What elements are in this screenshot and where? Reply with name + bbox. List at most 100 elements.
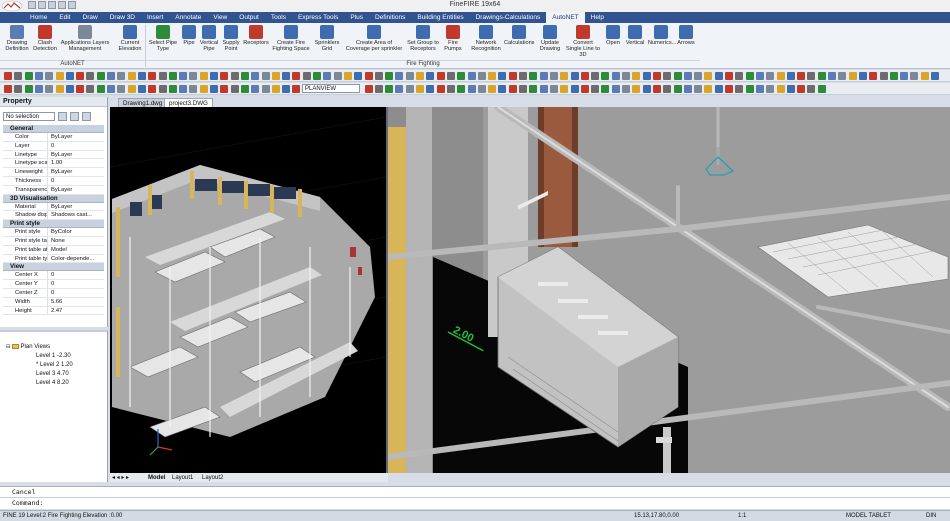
tb1-tool-icon[interactable]: [148, 72, 157, 80]
tb2-tool-icon[interactable]: [189, 85, 198, 93]
tb1-tool-icon[interactable]: [251, 72, 260, 80]
vertical-button[interactable]: Vertical: [624, 25, 646, 46]
vertical-pipe-button[interactable]: Vertical Pipe: [199, 25, 219, 52]
tb1-tool-icon[interactable]: [622, 72, 630, 80]
open-button[interactable]: Open: [604, 25, 622, 46]
tb2-tool-icon[interactable]: [426, 85, 435, 93]
menu-tab-plus[interactable]: Plus: [344, 12, 369, 23]
tb2-tool-icon[interactable]: [385, 85, 394, 93]
property-value[interactable]: 0: [47, 176, 104, 185]
property-value[interactable]: ByLayer: [47, 150, 104, 159]
tb1-tool-icon[interactable]: [210, 72, 218, 80]
property-value[interactable]: ByColor: [47, 228, 104, 236]
property-value[interactable]: 1.00: [47, 159, 104, 168]
menu-tab-drawings-calculations[interactable]: Drawings-Calculations: [470, 12, 547, 23]
tb1-tool-icon[interactable]: [302, 72, 311, 80]
tb2-tool-icon[interactable]: [45, 85, 54, 93]
property-row[interactable]: Height 2.47: [3, 306, 104, 316]
tree-level-item[interactable]: Level 3 4.70: [36, 371, 69, 377]
tb2-tool-icon[interactable]: [560, 85, 569, 93]
tb1-tool-icon[interactable]: [34, 72, 43, 80]
property-row[interactable]: Linetype scale1.00: [3, 159, 104, 169]
property-row[interactable]: Print style tableNone: [3, 236, 104, 246]
property-row[interactable]: Width 5.66: [3, 297, 104, 307]
property-row[interactable]: Shadow displayShadows cast...: [3, 211, 104, 221]
tb1-tool-icon[interactable]: [683, 72, 692, 80]
property-value[interactable]: Model: [47, 245, 104, 254]
tb1-tool-icon[interactable]: [508, 72, 517, 80]
tb1-tool-icon[interactable]: [900, 72, 909, 80]
tb1-tool-icon[interactable]: [786, 72, 795, 80]
tb2-tool-icon[interactable]: [76, 85, 85, 93]
selection-dropdown[interactable]: No selection: [3, 111, 55, 121]
applications-layers-button[interactable]: Applications Layers Management: [58, 25, 112, 52]
menu-tab-tools[interactable]: Tools: [265, 12, 292, 23]
menu-tab-draw-3d[interactable]: Draw 3D: [104, 12, 141, 23]
tb2-tool-icon[interactable]: [271, 85, 280, 93]
tb2-tool-icon[interactable]: [745, 85, 754, 93]
tb2-tool-icon[interactable]: [158, 85, 167, 93]
menu-tab-autonet[interactable]: AutoNET: [546, 12, 585, 23]
property-value[interactable]: 0: [47, 271, 104, 280]
tb2-tool-icon[interactable]: [446, 85, 455, 93]
tb1-tool-icon[interactable]: [570, 72, 579, 80]
tb2-tool-icon[interactable]: [498, 85, 507, 93]
quick-select-icon[interactable]: [58, 111, 67, 121]
tb2-tool-icon[interactable]: [549, 85, 558, 93]
tb1-tool-icon[interactable]: [292, 72, 301, 80]
property-value[interactable]: 2.47: [47, 306, 104, 315]
tb1-tool-icon[interactable]: [755, 72, 764, 80]
tb1-tool-icon[interactable]: [632, 72, 641, 80]
create-fire-fighting-space-button[interactable]: Create Fire Fighting Space: [272, 25, 310, 52]
tb2-tool-icon[interactable]: [611, 85, 620, 93]
tb1-tool-icon[interactable]: [364, 72, 373, 80]
tb2-tool-icon[interactable]: [652, 85, 661, 93]
tb1-tool-icon[interactable]: [446, 72, 455, 80]
create-area-coverage-button[interactable]: Create Area of Coverage per sprinkler: [344, 25, 404, 52]
tb1-tool-icon[interactable]: [65, 72, 74, 80]
menu-tab-building-entities[interactable]: Building Entities: [411, 12, 469, 23]
network-recognition-button[interactable]: Network Recognition: [469, 25, 503, 52]
layout-tab[interactable]: Model: [148, 474, 165, 482]
command-input[interactable]: Command:: [0, 497, 950, 509]
tb2-tool-icon[interactable]: [14, 85, 23, 93]
property-row[interactable]: Color ByLayer: [3, 133, 104, 142]
tb2-tool-icon[interactable]: [261, 85, 270, 93]
tb1-tool-icon[interactable]: [323, 72, 332, 80]
tb1-tool-icon[interactable]: [766, 72, 775, 80]
tb2-tool-icon[interactable]: [179, 85, 188, 93]
tb1-tool-icon[interactable]: [704, 72, 713, 80]
tb2-tool-icon[interactable]: [4, 85, 12, 93]
tb2-tool-icon[interactable]: [632, 85, 641, 93]
tb2-tool-icon[interactable]: [694, 85, 703, 93]
sprinklers-grid-button[interactable]: Sprinklers Grid: [312, 25, 342, 52]
tb1-tool-icon[interactable]: [931, 72, 939, 80]
tb2-tool-icon[interactable]: [477, 85, 486, 93]
tb1-tool-icon[interactable]: [24, 72, 33, 80]
clash-detection-button[interactable]: Clash Detection: [33, 25, 57, 52]
tb1-tool-icon[interactable]: [776, 72, 785, 80]
tb1-tool-icon[interactable]: [591, 72, 600, 80]
tb1-tool-icon[interactable]: [313, 72, 321, 80]
tb1-tool-icon[interactable]: [240, 72, 249, 80]
property-value[interactable]: 0: [47, 288, 104, 297]
property-value[interactable]: 0: [47, 141, 104, 150]
tb2-tool-icon[interactable]: [96, 85, 105, 93]
tb2-tool-icon[interactable]: [117, 85, 126, 93]
property-value[interactable]: ByLayer: [47, 185, 104, 194]
tb1-tool-icon[interactable]: [86, 72, 95, 80]
tb2-tool-icon[interactable]: [714, 85, 723, 93]
tb1-tool-icon[interactable]: [179, 72, 188, 80]
tb1-tool-icon[interactable]: [96, 72, 105, 80]
property-value[interactable]: ByLayer: [47, 133, 104, 141]
tb2-tool-icon[interactable]: [704, 85, 713, 93]
tb1-tool-icon[interactable]: [549, 72, 558, 80]
arrows-button[interactable]: Arrows: [676, 25, 696, 46]
calculations-button[interactable]: Calculations: [504, 25, 534, 46]
tb1-tool-icon[interactable]: [611, 72, 620, 80]
status-scale[interactable]: 1:1: [738, 511, 746, 521]
menu-tab-view[interactable]: View: [207, 12, 233, 23]
view-select[interactable]: PLANVIEW: [302, 84, 360, 93]
tb2-tool-icon[interactable]: [673, 85, 682, 93]
tb2-tool-icon[interactable]: [220, 85, 229, 93]
